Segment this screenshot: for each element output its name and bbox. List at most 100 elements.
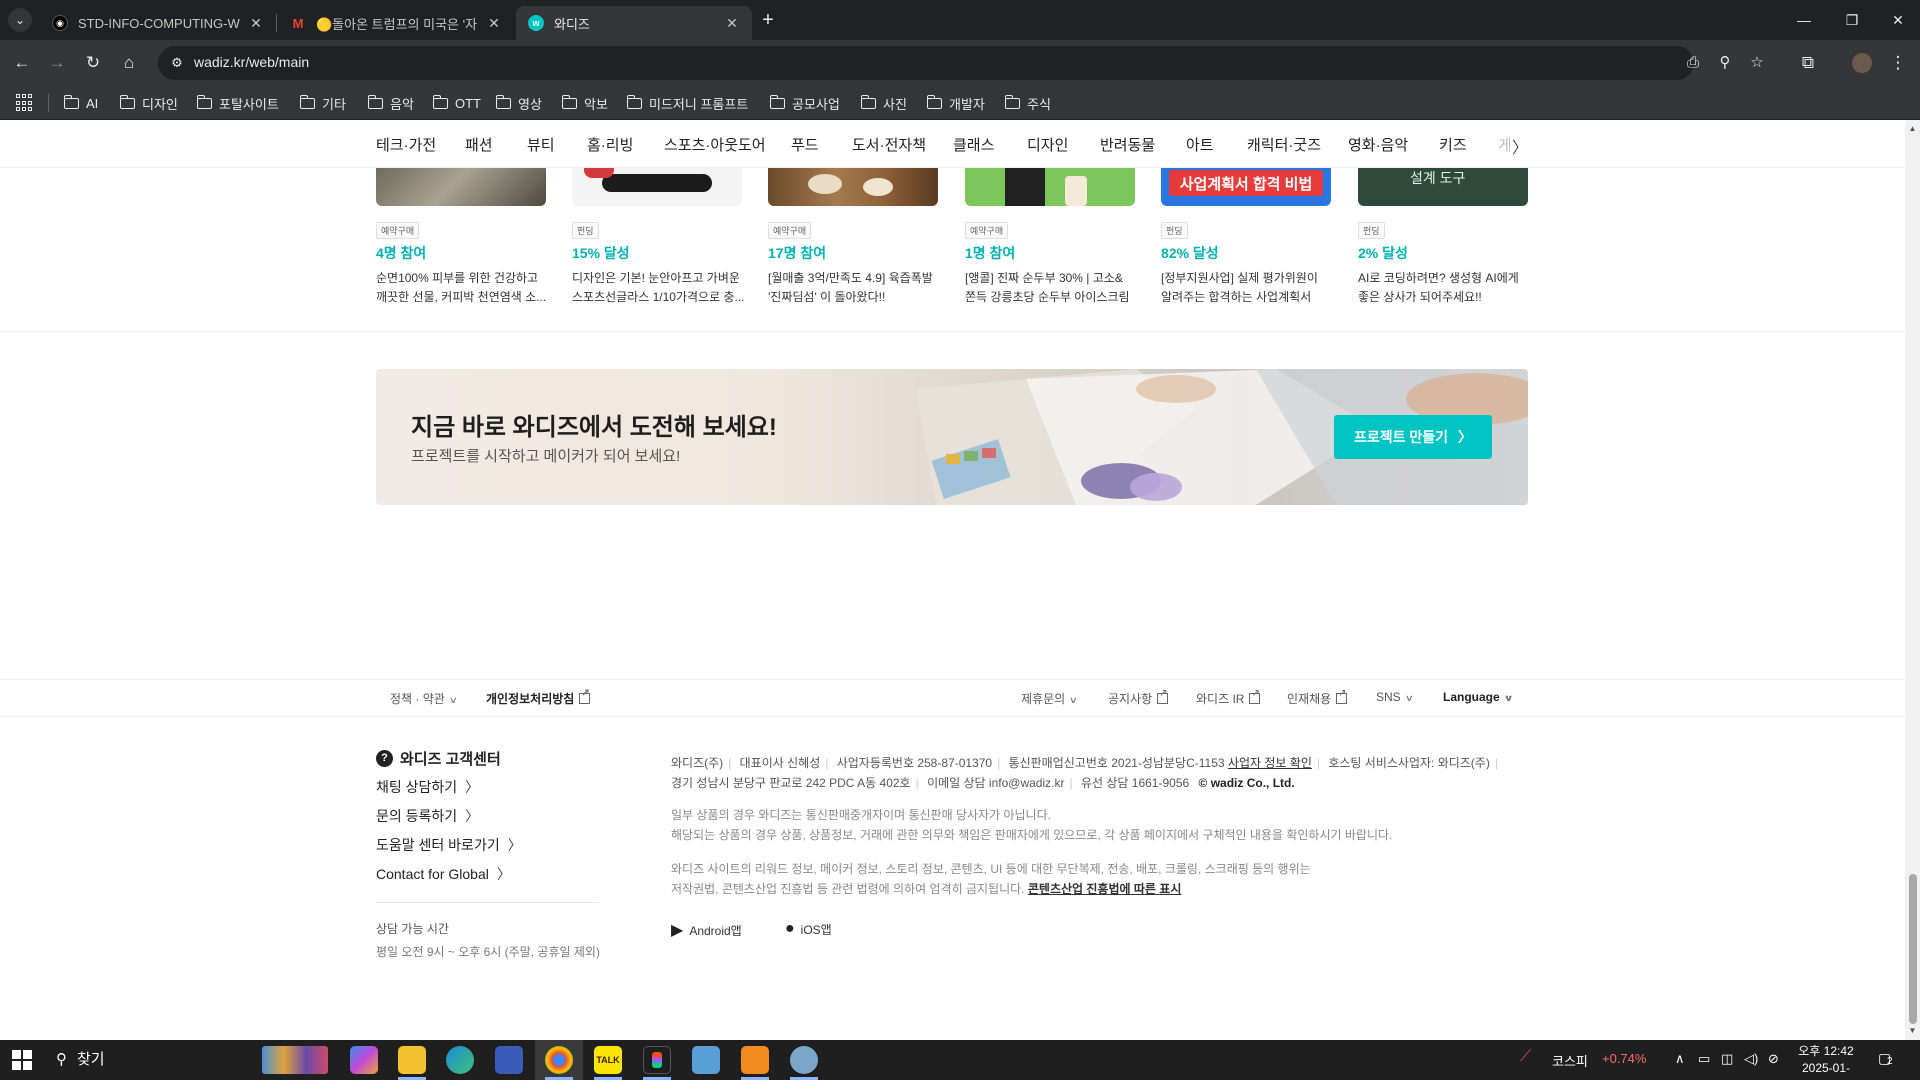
category-kids[interactable]: 키즈 [1439,134,1467,155]
diagram-app-icon[interactable] [741,1046,769,1074]
product-image[interactable] [965,168,1135,206]
product-card[interactable]: 설계 도구 펀딩 2% 달성 AI로 코딩하려면? 생성형 AI에게 좋은 상사… [1358,168,1528,304]
site-info-icon[interactable]: ⚙ [168,54,186,72]
recruit-link[interactable]: 인재채용 [1287,688,1348,707]
copilot-icon[interactable] [350,1046,378,1074]
product-title[interactable]: 순면100% 피부를 위한 건강하고 깨끗한 선물, 커피박 천연염색 소... [376,269,554,307]
chrome-menu-button[interactable]: ⋮ [1884,49,1912,77]
scroll-thumb[interactable] [1909,874,1917,1024]
install-app-icon[interactable]: ⎙ [1684,54,1702,72]
extensions-button[interactable]: ⧉ [1794,49,1822,77]
bookmark-folder[interactable]: OTT [432,93,481,113]
product-title[interactable]: [월매출 3억/만족도 4.9] 육즙폭발 '진짜딤섬' 이 돌아왔다!! [768,269,946,307]
tab-search-button[interactable]: ⌄ [8,8,32,32]
policy-dropdown[interactable]: 정책 · 약관 ∨ [390,690,458,707]
notice-link[interactable]: 공지사항 [1108,688,1169,707]
kakaotalk-icon[interactable]: TALK [594,1046,622,1074]
system-clock[interactable]: 오후 12:42 2025-01-22 [1796,1043,1856,1080]
category-art[interactable]: 아트 [1186,134,1214,155]
bookmark-folder[interactable]: 영상 [495,93,542,113]
windows-start-icon[interactable] [12,1050,32,1070]
figma-icon[interactable] [643,1046,671,1074]
back-button[interactable]: ← [8,49,36,77]
android-app-link[interactable]: ▶ Android앱 [671,920,742,940]
forward-button[interactable]: → [43,49,71,77]
product-image[interactable] [768,168,938,206]
sns-dropdown[interactable]: SNS ∨ [1376,690,1414,704]
chrome-icon[interactable] [545,1046,573,1074]
bookmark-folder[interactable]: 개발자 [926,93,985,113]
chat-consult-link[interactable]: 채팅 상담하기 〉 [376,777,479,797]
bookmark-folder[interactable]: AI [63,93,98,113]
product-title[interactable]: [정부지원사업] 실제 평가위원이 알려주는 합격하는 사업계획서 [1161,269,1339,307]
taskbar-search[interactable]: ⚲ 찾기 [56,1048,105,1069]
product-image[interactable] [376,168,546,206]
product-card[interactable]: 펀딩 15% 달성 디자인은 기본! 눈안아프고 가벼운 스포츠선글라스 1/1… [572,168,745,304]
tab-gmail[interactable]: M 🟡돌아온 트럼프의 미국은 '자 ✕ [278,6,514,40]
display-icon[interactable]: ◫ [1721,1051,1733,1067]
clipboard-app-icon[interactable] [790,1046,818,1074]
category-sports[interactable]: 스포츠·아웃도어 [664,134,766,155]
bookmark-star-icon[interactable]: ☆ [1748,54,1766,72]
category-movie-music[interactable]: 영화·음악 [1348,134,1408,155]
category-class[interactable]: 클래스 [953,134,994,155]
minimize-button[interactable]: — [1780,0,1828,40]
sync-icon[interactable]: ⊘ [1768,1051,1779,1067]
category-books[interactable]: 도서·전자책 [852,134,926,155]
category-character[interactable]: 캐릭터·굿즈 [1247,134,1321,155]
bookmark-folder[interactable]: 공모사업 [769,93,840,113]
product-card[interactable]: 예약구매 4명 참여 순면100% 피부를 위한 건강하고 깨끗한 선물, 커피… [376,168,546,304]
register-inquiry-link[interactable]: 문의 등록하기 〉 [376,806,479,826]
close-tab-icon[interactable]: ✕ [486,15,502,31]
chevron-up-icon[interactable]: ∧ [1675,1051,1685,1067]
tab-github[interactable]: ◉ STD-INFO-COMPUTING-WEB- ✕ [40,6,276,40]
profile-button[interactable] [1848,49,1876,77]
content-industry-link[interactable]: 콘텐츠산업 진흥법에 따른 표시 [1028,882,1182,896]
privacy-link[interactable]: 개인정보처리방침 [486,688,591,707]
books-widget-icon[interactable] [262,1046,328,1074]
category-beauty[interactable]: 뷰티 [527,134,555,155]
stock-chart-icon[interactable]: ⟋ [1520,1048,1531,1066]
create-project-button[interactable]: 프로젝트 만들기 〉 [1334,415,1492,459]
stock-name[interactable]: 코스피 [1552,1051,1588,1070]
page-scrollbar[interactable]: ▲ ▼ [1905,120,1920,1040]
product-card[interactable]: 사업계획서 합격 비법 펀딩 82% 달성 [정부지원사업] 실제 평가위원이 … [1161,168,1331,304]
scroll-down-icon[interactable]: ▼ [1908,1026,1917,1035]
product-image[interactable]: 설계 도구 [1358,168,1528,206]
bookmark-folder[interactable]: 기타 [299,93,346,113]
category-tech[interactable]: 테크·가전 [376,134,436,155]
product-card[interactable]: 예약구매 1명 참여 [앵콜] 진짜 순두부 30% | 고소& 쫀득 강릉초당… [965,168,1135,304]
product-card[interactable]: 예약구매 17명 참여 [월매출 3억/만족도 4.9] 육즙폭발 '진짜딤섬'… [768,168,938,304]
category-food[interactable]: 푸드 [791,134,819,155]
address-bar[interactable]: ⚙ wadiz.kr/web/main ⎙ ⚲ ☆ [158,46,1764,80]
bookmark-folder[interactable]: 사진 [860,93,907,113]
tab-wadiz[interactable]: w 와디즈 ✕ [516,6,752,40]
network-icon[interactable]: ▭ [1698,1051,1710,1067]
product-image[interactable] [572,168,742,206]
restore-button[interactable]: ❐ [1828,0,1876,40]
reload-button[interactable]: ↻ [79,49,107,77]
bookmark-folder[interactable]: 디자인 [119,93,178,113]
language-dropdown[interactable]: Language ∨ [1443,690,1513,704]
notification-button[interactable]: ▢ 2 [1878,1050,1900,1070]
file-explorer-icon[interactable] [398,1046,426,1074]
close-tab-icon[interactable]: ✕ [724,15,740,31]
notepad-icon[interactable] [692,1046,720,1074]
scroll-up-icon[interactable]: ▲ [1908,124,1917,133]
zoom-icon[interactable]: ⚲ [1716,54,1734,72]
bookmark-folder[interactable]: 미드저니 프롬프트 [626,93,748,113]
product-title[interactable]: [앵콜] 진짜 순두부 30% | 고소& 쫀득 강릉초당 순두부 아이스크림 [965,269,1143,307]
category-fashion[interactable]: 패션 [465,134,493,155]
product-image[interactable]: 사업계획서 합격 비법 [1161,168,1331,206]
apps-grid-icon[interactable] [16,94,34,112]
product-title[interactable]: 디자인은 기본! 눈안아프고 가벼운 스포츠선글라스 1/10가격으로 충... [572,269,750,307]
edge-icon[interactable] [446,1046,474,1074]
ir-link[interactable]: 와디즈 IR [1196,688,1261,707]
new-tab-button[interactable]: + [756,8,780,32]
category-game[interactable]: 게 [1498,134,1510,155]
chevron-right-icon[interactable]: 〉 [1512,134,1528,158]
help-center-link[interactable]: 도움말 센터 바로가기 〉 [376,835,522,855]
bookmark-folder[interactable]: 악보 [561,93,608,113]
bookmark-folder[interactable]: 음악 [367,93,414,113]
business-info-link[interactable]: 사업자 정보 확인 [1228,756,1312,770]
